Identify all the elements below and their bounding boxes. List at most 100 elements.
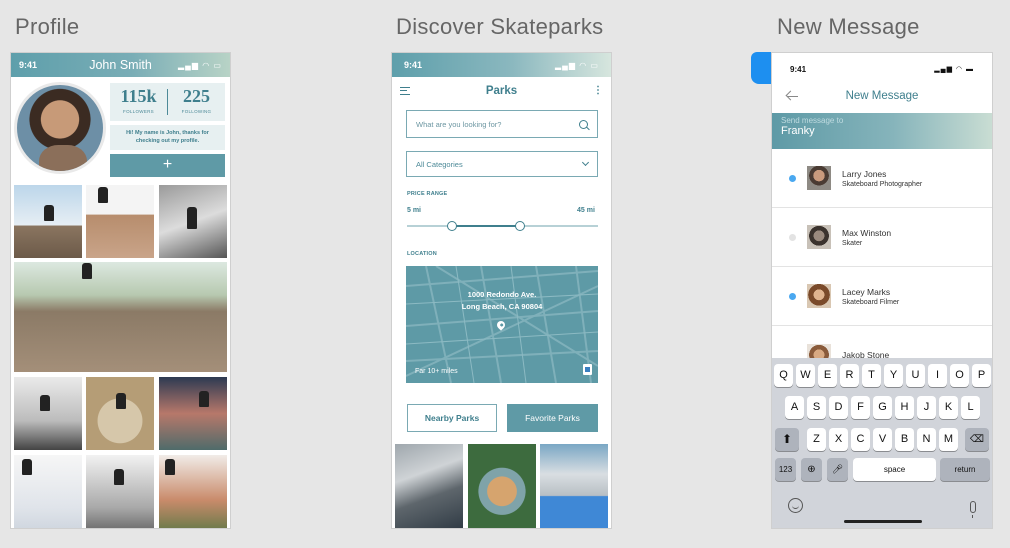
- nearby-parks-button[interactable]: Nearby Parks: [407, 404, 497, 432]
- key-f[interactable]: F: [851, 396, 870, 419]
- key-j[interactable]: J: [917, 396, 936, 419]
- add-button[interactable]: +: [110, 154, 225, 177]
- key-z[interactable]: Z: [807, 428, 826, 451]
- following-count: 225: [183, 86, 210, 106]
- key-e[interactable]: E: [818, 364, 837, 387]
- parks-header: Parks ⋮: [392, 77, 611, 105]
- key-d[interactable]: D: [829, 396, 848, 419]
- numbers-key[interactable]: 123: [775, 458, 796, 481]
- key-b[interactable]: B: [895, 428, 914, 451]
- profile-stats: 115k FOLLOWERS 225 FOLLOWING: [110, 83, 225, 121]
- home-indicator: [844, 520, 922, 523]
- slider-thumb-max[interactable]: [515, 221, 525, 231]
- search-input[interactable]: What are you looking for?: [406, 110, 598, 138]
- return-key[interactable]: return: [940, 458, 990, 481]
- park-photo[interactable]: [540, 444, 608, 528]
- contact-role: Skater: [842, 239, 863, 247]
- park-photo[interactable]: [395, 444, 463, 528]
- key-c[interactable]: C: [851, 428, 870, 451]
- recipient-value: Franky: [781, 125, 815, 137]
- key-r[interactable]: R: [840, 364, 859, 387]
- status-time: 9:41: [404, 60, 423, 70]
- discover-section-title: Discover Skateparks: [396, 14, 604, 39]
- profile-user-name: John Smith: [89, 58, 152, 72]
- key-h[interactable]: H: [895, 396, 914, 419]
- key-v[interactable]: V: [873, 428, 892, 451]
- photo-tile[interactable]: [86, 185, 154, 258]
- key-x[interactable]: X: [829, 428, 848, 451]
- space-key[interactable]: space: [853, 458, 936, 481]
- contact-name: Max Winston: [842, 227, 892, 238]
- favorite-parks-button[interactable]: Favorite Parks: [507, 404, 598, 432]
- address-line2: Long Beach, CA 90804: [461, 302, 543, 311]
- status-icons: ▂▄▆ ◠ ▬: [934, 66, 974, 73]
- emoji-icon[interactable]: [788, 498, 803, 513]
- keyboard-row-1: QWERTYUIOP: [772, 364, 992, 387]
- category-select[interactable]: All Categories: [406, 151, 598, 177]
- key-k[interactable]: K: [939, 396, 958, 419]
- key-i[interactable]: I: [928, 364, 947, 387]
- mic-icon[interactable]: 🎤︎: [827, 458, 848, 481]
- contact-name: Larry Jones: [842, 168, 887, 179]
- status-icons: ▂▄▆ ◠ ▭: [555, 60, 599, 70]
- photo-tile[interactable]: [14, 455, 82, 528]
- avatar[interactable]: [14, 82, 106, 174]
- avatar: [807, 284, 831, 308]
- key-q[interactable]: Q: [774, 364, 793, 387]
- range-max-value: 45 mi: [577, 207, 595, 214]
- slider-fill: [452, 225, 520, 227]
- shift-key[interactable]: ⬆: [775, 428, 799, 451]
- following-label: FOLLOWING: [181, 109, 212, 114]
- contact-role: Skateboard Photographer: [842, 180, 923, 188]
- delete-key[interactable]: ⌫: [965, 428, 989, 451]
- key-p[interactable]: P: [972, 364, 991, 387]
- photo-tile[interactable]: [14, 185, 82, 258]
- price-range-slider[interactable]: [407, 221, 598, 231]
- followers-stat[interactable]: 115k FOLLOWERS: [110, 83, 167, 121]
- key-u[interactable]: U: [906, 364, 925, 387]
- list-item[interactable]: Larry Jones Skateboard Photographer: [772, 149, 992, 208]
- photo-tile[interactable]: [14, 377, 82, 450]
- avatar: [807, 225, 831, 249]
- key-o[interactable]: O: [950, 364, 969, 387]
- recipient-field[interactable]: Send message to Franky: [772, 113, 992, 149]
- contact-role: Skateboard Filmer: [842, 298, 900, 306]
- globe-icon[interactable]: ⊕: [801, 458, 822, 481]
- contact-list: Larry Jones Skateboard Photographer Max …: [772, 149, 992, 385]
- key-n[interactable]: N: [917, 428, 936, 451]
- location-map[interactable]: 1000 Redondo Ave. Long Beach, CA 90804 F…: [406, 266, 598, 383]
- key-s[interactable]: S: [807, 396, 826, 419]
- status-bar: 9:41 ▂▄▆ ◠ ▭: [392, 53, 611, 77]
- park-photo[interactable]: [468, 444, 536, 528]
- key-y[interactable]: Y: [884, 364, 903, 387]
- avatar: [807, 166, 831, 190]
- message-screen: 9:41 ▂▄▆ ◠ ▬ New Message Send message to…: [771, 52, 993, 529]
- price-range-label: PRICE RANGE: [407, 191, 448, 197]
- list-item[interactable]: Max Winston Skater: [772, 208, 992, 267]
- message-header: New Message: [772, 79, 992, 113]
- key-g[interactable]: G: [873, 396, 892, 419]
- slider-thumb-min[interactable]: [447, 221, 457, 231]
- photo-tile[interactable]: [159, 377, 227, 450]
- online-indicator: [789, 292, 796, 300]
- photo-tile[interactable]: [14, 262, 227, 372]
- profile-header: 9:41 John Smith ▂▄▆ ◠ ▭: [11, 53, 230, 77]
- distance-text: Far 10+ miles: [415, 368, 458, 375]
- page-title: New Message: [845, 90, 919, 102]
- photo-tile[interactable]: [159, 455, 227, 528]
- key-a[interactable]: A: [785, 396, 804, 419]
- photo-tile[interactable]: [86, 455, 154, 528]
- list-item[interactable]: Lacey Marks Skateboard Filmer: [772, 267, 992, 326]
- photo-tile[interactable]: [159, 185, 227, 258]
- key-m[interactable]: M: [939, 428, 958, 451]
- recipient-placeholder: Send message to: [781, 116, 844, 125]
- photo-tile[interactable]: [86, 377, 154, 450]
- dictation-icon[interactable]: [970, 501, 976, 518]
- search-icon[interactable]: [579, 119, 588, 129]
- page-title: Parks: [485, 85, 518, 97]
- key-l[interactable]: L: [961, 396, 980, 419]
- key-w[interactable]: W: [796, 364, 815, 387]
- trash-icon[interactable]: [583, 364, 592, 375]
- key-t[interactable]: T: [862, 364, 881, 387]
- following-stat[interactable]: 225 FOLLOWING: [168, 83, 225, 121]
